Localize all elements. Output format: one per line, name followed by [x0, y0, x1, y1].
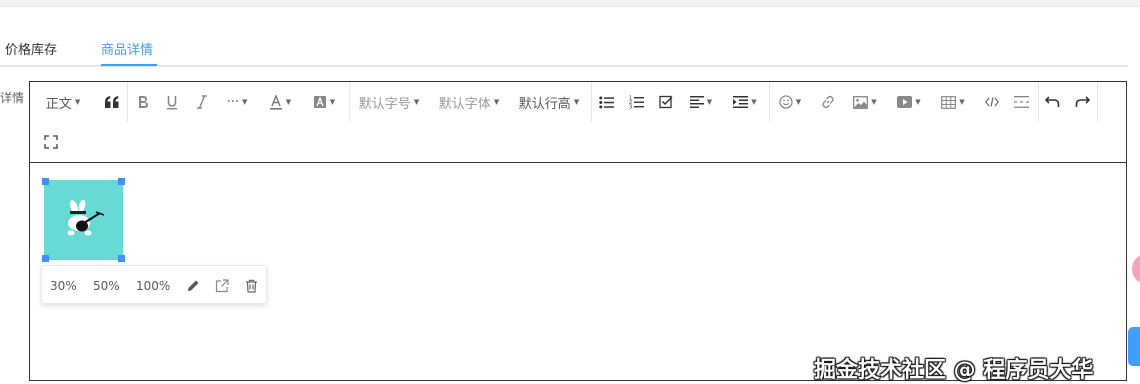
tab-product-details[interactable]: 商品详情 — [101, 39, 153, 58]
rich-text-editor: 正文 ▼ ··· ▼ ▼ ▼ 默认字号 ▼ 默认字体 ▼ 默认行高 ▼ 1 2 … — [29, 81, 1127, 381]
heading-select-label: 正文 — [45, 96, 72, 112]
editor-content[interactable]: 30% 50% 100% — [30, 163, 1126, 380]
more-icon[interactable]: ··· ▼ — [220, 82, 254, 122]
todo-icon[interactable] — [654, 82, 678, 122]
tab-price-stock[interactable]: 价格库存 — [5, 39, 57, 58]
svg-text:3: 3 — [629, 105, 632, 110]
more-label: ··· — [226, 94, 239, 110]
image-toolbar-popover: 30% 50% 100% — [41, 265, 267, 304]
editor-toolbar: 正文 ▼ ··· ▼ ▼ ▼ 默认字号 ▼ 默认字体 ▼ 默认行高 ▼ 1 2 … — [30, 82, 1126, 163]
edit-icon[interactable] — [186, 266, 200, 305]
font-family-select-label: 默认字体 — [438, 96, 491, 112]
redo-icon[interactable] — [1070, 82, 1094, 122]
link-icon[interactable] — [816, 82, 840, 122]
font-size-select-label: 默认字号 — [358, 96, 411, 112]
video-icon[interactable]: ▼ — [892, 82, 926, 122]
code-icon[interactable] — [980, 82, 1004, 122]
resize-handle[interactable] — [42, 178, 49, 185]
size-100-button[interactable]: 100% — [136, 266, 170, 305]
image-icon[interactable]: ▼ — [848, 82, 882, 122]
bulleted-list-icon[interactable] — [594, 82, 618, 122]
tab-bar: 价格库存 商品详情 — [0, 30, 1128, 67]
floating-avatar[interactable] — [1132, 255, 1140, 283]
watermark: 掘金技术社区 @ 程序员大华 — [814, 358, 1094, 383]
line-height-select-label: 默认行高 — [518, 96, 571, 112]
quote-icon[interactable] — [98, 82, 126, 122]
bold-icon[interactable] — [131, 82, 155, 122]
resize-handle[interactable] — [42, 255, 49, 262]
size-30-button[interactable]: 30% — [50, 266, 77, 305]
open-link-icon[interactable] — [215, 266, 229, 305]
numbered-list-icon[interactable]: 123 — [624, 82, 648, 122]
form-label-details: 详情 — [0, 91, 25, 105]
resize-handle[interactable] — [118, 178, 125, 185]
fullscreen-icon[interactable] — [38, 122, 64, 162]
inserted-image[interactable] — [42, 178, 125, 262]
line-height-select[interactable]: 默认行高 ▼ — [515, 82, 583, 122]
floating-side-button[interactable] — [1128, 327, 1140, 366]
indent-icon[interactable]: ▼ — [728, 82, 762, 122]
font-family-select[interactable]: 默认字体 ▼ — [435, 82, 503, 122]
size-50-button[interactable]: 50% — [93, 266, 120, 305]
font-size-select[interactable]: 默认字号 ▼ — [355, 82, 423, 122]
italic-icon[interactable] — [190, 82, 214, 122]
rabbit-guitar-icon — [67, 199, 105, 236]
top-strip — [0, 0, 1140, 7]
align-icon[interactable]: ▼ — [684, 82, 718, 122]
emotion-icon[interactable]: ▼ — [774, 82, 806, 122]
divider-icon[interactable] — [1009, 82, 1033, 122]
resize-handle[interactable] — [118, 255, 125, 262]
background-color-icon[interactable]: ▼ — [308, 82, 340, 122]
undo-icon[interactable] — [1040, 82, 1064, 122]
underline-icon[interactable] — [160, 82, 184, 122]
active-tab-indicator — [101, 64, 157, 66]
table-icon[interactable]: ▼ — [936, 82, 970, 122]
font-color-icon[interactable]: ▼ — [265, 82, 295, 122]
heading-select[interactable]: 正文 ▼ — [38, 82, 88, 122]
delete-icon[interactable] — [245, 266, 258, 305]
